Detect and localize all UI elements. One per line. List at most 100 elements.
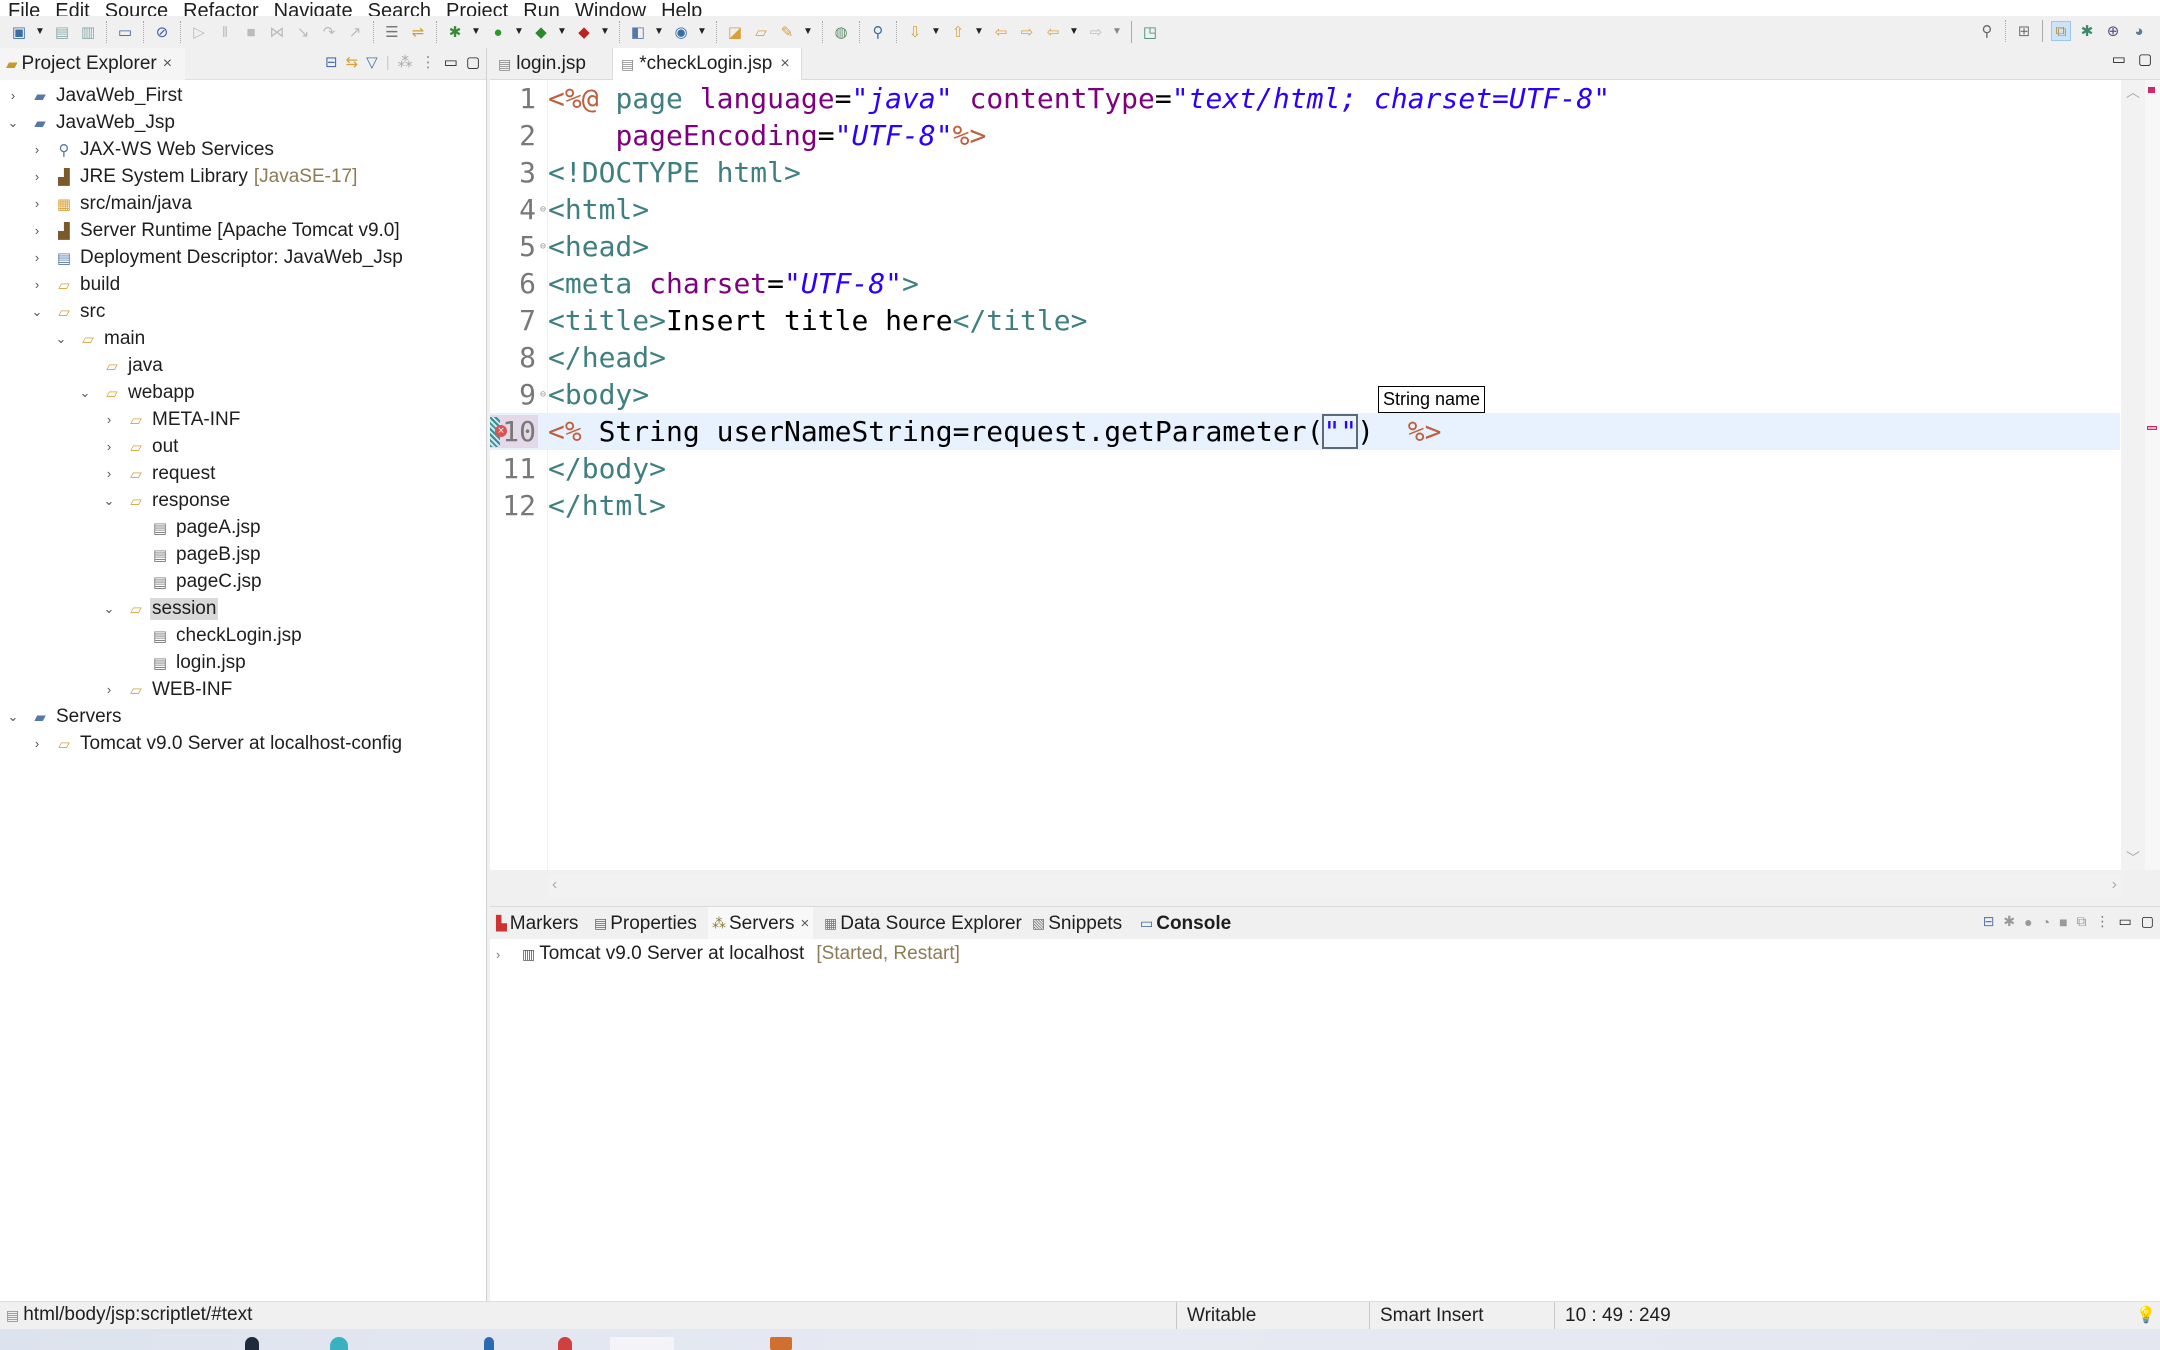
tree-item[interactable]: › ▟ JRE System Library [JavaSE-17]: [0, 163, 486, 190]
linked-edit-field[interactable]: "": [1322, 414, 1359, 449]
scroll-right-icon[interactable]: ›: [2112, 876, 2117, 894]
menu-edit[interactable]: Edit: [47, 0, 89, 16]
drop-to-frame-icon[interactable]: ☰: [382, 22, 402, 42]
terminal-icon[interactable]: ▭: [115, 22, 135, 42]
tree-item[interactable]: ⌄ ▱ session: [0, 595, 486, 622]
tab-console[interactable]: ▭ Console: [1136, 907, 1235, 940]
profile-server-icon[interactable]: ◔: [2042, 914, 2050, 930]
previous-annotation-icon[interactable]: ⇧: [948, 22, 968, 42]
chevron-right-icon[interactable]: ›: [30, 223, 44, 238]
tree-item[interactable]: › ▱ build: [0, 271, 486, 298]
open-task-icon[interactable]: ▱: [751, 22, 771, 42]
debug-icon[interactable]: ✱: [445, 22, 465, 42]
expand-chevron-icon[interactable]: ›: [496, 947, 510, 962]
editor-tab-checklogin-jsp[interactable]: ▤ *checkLogin.jsp ×: [612, 48, 802, 80]
open-type-icon[interactable]: ◪: [725, 22, 745, 42]
coverage-dropdown-icon[interactable]: ▼: [557, 22, 567, 42]
new-web-service-dropdown-icon[interactable]: ▼: [654, 22, 664, 42]
tree-item[interactable]: ▤ checkLogin.jsp: [0, 622, 486, 649]
new-servlet-icon[interactable]: ◉: [671, 22, 691, 42]
editor-tab-login-jsp[interactable]: ▤ login.jsp: [490, 48, 608, 80]
terminate-icon[interactable]: ■: [241, 22, 261, 42]
editor-horizontal-scrollbar[interactable]: ‹ ›: [548, 874, 2121, 898]
code-line[interactable]: 2 pageEncoding="UTF-8"%>: [490, 117, 2120, 154]
chevron-right-icon[interactable]: ›: [30, 736, 44, 751]
server-row[interactable]: › ▥ Tomcat v9.0 Server at localhost [Sta…: [496, 941, 960, 967]
menu-search[interactable]: Search: [360, 0, 431, 16]
code-line[interactable]: 7 <title>Insert title here</title>: [490, 302, 2120, 339]
skip-breakpoints-icon[interactable]: ⊘: [152, 22, 172, 42]
tree-item[interactable]: › ▱ out: [0, 433, 486, 460]
minimize-icon[interactable]: ▭: [2112, 50, 2126, 68]
tab-properties[interactable]: ▤ Properties: [590, 907, 701, 940]
fold-collapse-icon[interactable]: ⊖: [538, 389, 548, 400]
run-on-server-icon[interactable]: ⚲: [868, 22, 888, 42]
eclipse-taskbar-icon[interactable]: [610, 1337, 674, 1350]
debug-perspective-icon[interactable]: ✱: [2077, 21, 2097, 41]
minimize-icon[interactable]: ▭: [444, 53, 458, 71]
tree-item[interactable]: › ▟ Server Runtime [Apache Tomcat v9.0]: [0, 217, 486, 244]
chevron-down-icon[interactable]: ⌄: [102, 601, 116, 617]
code-line[interactable]: 11 </body>: [490, 450, 2120, 487]
code-editor[interactable]: 1 <%@ page language="java" contentType="t…: [490, 80, 2160, 870]
chevron-right-icon[interactable]: ›: [6, 88, 20, 103]
code-line[interactable]: 3 <!DOCTYPE html>: [490, 154, 2120, 191]
tree-item[interactable]: ⌄ ▱ response: [0, 487, 486, 514]
menu-source[interactable]: Source: [97, 0, 168, 16]
code-area[interactable]: 1 <%@ page language="java" contentType="t…: [490, 80, 2120, 524]
filter-icon[interactable]: ▽: [366, 53, 378, 71]
back-dropdown-icon[interactable]: ▼: [1069, 22, 1079, 42]
external-tools-icon[interactable]: ◆: [574, 22, 594, 42]
suspend-icon[interactable]: ‖: [215, 22, 235, 42]
chevron-right-icon[interactable]: ›: [102, 439, 116, 454]
tab-project-explorer[interactable]: ▰ Project Explorer ×: [0, 48, 185, 80]
step-over-icon[interactable]: ↷: [319, 22, 339, 42]
edge-icon[interactable]: [330, 1337, 348, 1350]
code-line[interactable]: 10 × <% String userNameString=request.getP…: [490, 413, 2120, 450]
error-icon[interactable]: ×: [495, 425, 507, 437]
external-tools-dropdown-icon[interactable]: ▼: [600, 22, 610, 42]
chevron-down-icon[interactable]: ⌄: [78, 385, 92, 401]
editor-vertical-scrollbar[interactable]: ︿ ﹀: [2121, 80, 2145, 870]
close-icon[interactable]: ×: [163, 55, 172, 73]
view-menu-icon[interactable]: ⋮: [421, 53, 436, 71]
chevron-right-icon[interactable]: ›: [102, 466, 116, 481]
tab-markers[interactable]: ▙ Markers: [492, 907, 582, 940]
tree-item[interactable]: ⌄ ▱ main: [0, 325, 486, 352]
use-step-filters-icon[interactable]: ⇌: [408, 22, 428, 42]
back-icon[interactable]: ⇦: [1043, 22, 1063, 42]
next-annotation-icon[interactable]: ⇩: [905, 22, 925, 42]
tree-item[interactable]: ▱ java: [0, 352, 486, 379]
next-annotation-dropdown-icon[interactable]: ▼: [931, 22, 941, 42]
app-icon[interactable]: [558, 1337, 572, 1350]
tree-item[interactable]: ⌄ ▱ src: [0, 298, 486, 325]
run-dropdown-icon[interactable]: ▼: [514, 22, 524, 42]
tree-item[interactable]: ▤ login.jsp: [0, 649, 486, 676]
tree-item[interactable]: ⌄ ▰ JavaWeb_Jsp: [0, 109, 486, 136]
run-icon[interactable]: ●: [488, 22, 508, 42]
forward-dropdown-icon[interactable]: ▼: [1112, 22, 1122, 42]
occurrence-overview-marker[interactable]: [2147, 426, 2157, 430]
collapse-all-icon[interactable]: ⊟: [325, 53, 338, 71]
code-line[interactable]: 4 ⊖ <html>: [490, 191, 2120, 228]
tab-snippets[interactable]: ▧ Snippets: [1028, 907, 1126, 940]
menu-run[interactable]: Run: [515, 0, 560, 16]
forward-icon[interactable]: ⇨: [1086, 22, 1106, 42]
pen-icon[interactable]: ✎: [777, 22, 797, 42]
chevron-right-icon[interactable]: ›: [102, 682, 116, 697]
tree-item[interactable]: ⌄ ▰ Servers: [0, 703, 486, 730]
code-line[interactable]: 8 </head>: [490, 339, 2120, 376]
maximize-icon[interactable]: ▢: [2138, 50, 2152, 68]
previous-annotation-dropdown-icon[interactable]: ▼: [974, 22, 984, 42]
chevron-down-icon[interactable]: ⌄: [102, 493, 116, 509]
new-icon[interactable]: ▣: [9, 22, 29, 42]
web-perspective-icon[interactable]: ◕: [2129, 21, 2149, 41]
close-icon[interactable]: ×: [800, 915, 809, 932]
save-all-icon[interactable]: ▥: [78, 22, 98, 42]
menu-project[interactable]: Project: [438, 0, 508, 16]
lightbulb-icon[interactable]: 💡: [2136, 1305, 2156, 1325]
debug-dropdown-icon[interactable]: ▼: [471, 22, 481, 42]
code-line[interactable]: 9 ⊖ <body>: [490, 376, 2120, 413]
tree-item[interactable]: ⌄ ▱ webapp: [0, 379, 486, 406]
debug-server-icon[interactable]: ✱: [2003, 913, 2015, 930]
